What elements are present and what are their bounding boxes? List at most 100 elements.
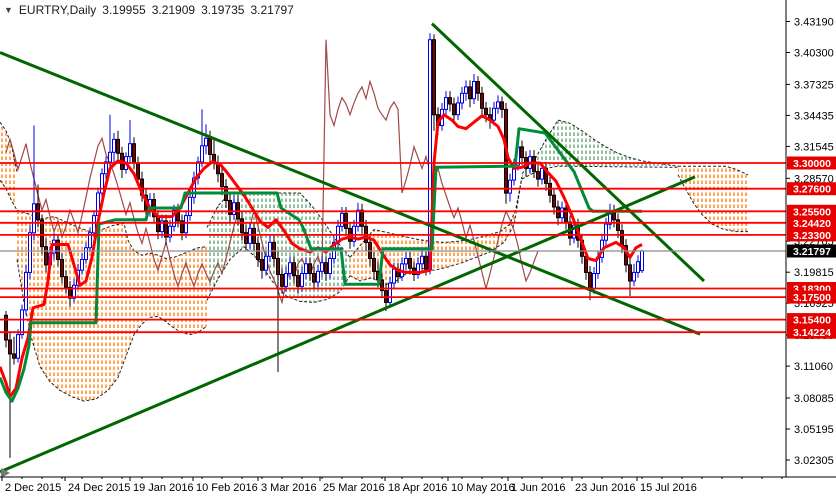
candle-body (108, 151, 112, 163)
candle-body (500, 101, 504, 110)
candle-body (132, 143, 136, 164)
price-chart-canvas[interactable]: 3.431903.403003.373253.344353.315453.285… (0, 0, 836, 496)
level-price-badge-text: 3.27600 (793, 184, 831, 196)
candle-body (340, 212, 344, 227)
candle-body (592, 273, 596, 289)
candle-body (604, 223, 608, 241)
candle-body (408, 258, 412, 269)
level-price-badge-text: 3.24420 (793, 218, 831, 230)
price-tick-label: 3.05195 (794, 424, 834, 436)
candle-body (404, 258, 408, 265)
level-price-badge-text: 3.17500 (793, 292, 831, 304)
chart-title: ▼ EURTRY,Daily 3.19955 3.21909 3.19735 3… (4, 3, 294, 17)
mt4-chart-window: 3.43190 3.40300 3.37325 3.34435 3.31545 3.285… (0, 0, 836, 496)
candle-body (320, 262, 324, 272)
date-label: 23 Jun 2016 (575, 482, 636, 494)
candle-body (112, 138, 116, 153)
candle-body (232, 202, 236, 215)
date-label: 24 Dec 2015 (68, 482, 130, 494)
candle-body (20, 309, 24, 336)
candle-body (452, 103, 456, 116)
symbol-period-label: EURTRY,Daily (18, 3, 97, 17)
level-price-badge: 3.15400 (787, 313, 836, 327)
candle-body (388, 282, 392, 303)
level-price-badge-text: 3.14224 (793, 327, 831, 339)
level-price-badge: 3.24420 (787, 216, 836, 230)
level-price-badge: 3.14224 (787, 325, 836, 339)
candle-body (520, 146, 524, 159)
date-label: 2 Dec 2015 (5, 482, 61, 494)
candle-body (536, 171, 540, 180)
candle-body (420, 255, 424, 265)
candle-body (156, 216, 160, 233)
candle-body (540, 167, 544, 180)
candle-body (300, 273, 304, 287)
candle-body (44, 246, 48, 266)
candle-body (372, 258, 376, 272)
date-label: 10 May 2016 (451, 482, 515, 494)
candle-body (324, 262, 328, 274)
date-label: 1 Jun 2016 (511, 482, 565, 494)
candle-body (496, 101, 500, 109)
candle-body (280, 274, 284, 287)
candle-body (116, 138, 120, 154)
candle-body (432, 39, 436, 116)
chevron-down-icon[interactable]: ▼ (4, 5, 13, 15)
candle-body (480, 92, 484, 109)
ohlc-low: 3.19735 (201, 3, 245, 17)
level-price-badge-text: 3.23300 (793, 230, 831, 242)
candle-body (200, 145, 204, 163)
level-price-badge: 3.25500 (787, 204, 836, 218)
price-tick-label: 3.34435 (794, 110, 834, 122)
candle-body (472, 81, 476, 100)
candle-body (304, 263, 308, 274)
candle-body (620, 230, 624, 247)
candle-body (64, 276, 68, 288)
candle-body (508, 179, 512, 194)
candle-body (32, 203, 36, 234)
date-label: 25 Mar 2016 (323, 482, 385, 494)
candle-body (344, 212, 348, 229)
price-tick-label: 3.31545 (794, 141, 834, 153)
level-price-badge-text: 3.15400 (793, 315, 831, 327)
price-tick-label: 3.40300 (794, 48, 834, 60)
candle-body (628, 264, 632, 282)
candle-body (616, 219, 620, 232)
level-price-badge: 3.27600 (787, 182, 836, 196)
price-tick-label: 3.37325 (794, 79, 834, 91)
date-label: 15 Jul 2016 (640, 482, 697, 494)
candle-body (80, 259, 84, 271)
candle-body (208, 137, 212, 155)
candle-body (228, 200, 232, 215)
candle-body (28, 232, 32, 273)
level-price-badge: 3.17500 (787, 290, 836, 304)
candle-body (448, 97, 452, 105)
candle-body (312, 273, 316, 283)
candle-body (456, 102, 460, 116)
candle-body (260, 259, 264, 271)
candle-body (556, 206, 560, 219)
candle-body (248, 227, 252, 244)
candle-body (296, 275, 300, 287)
candle-body (636, 261, 640, 273)
candle-body (40, 219, 44, 248)
candle-body (136, 162, 140, 180)
candle-body (632, 271, 636, 282)
ohlc-open: 3.19955 (102, 3, 146, 17)
candle-body (92, 215, 96, 234)
candle-body (360, 209, 364, 227)
candle-body (60, 259, 64, 278)
candle-body (640, 250, 644, 272)
candle-body (100, 173, 104, 194)
candle-body (328, 258, 332, 274)
current-price-badge-text: 3.21797 (793, 246, 831, 258)
candle-body (220, 173, 224, 188)
candle-body (12, 353, 16, 359)
level-price-badge: 3.30000 (787, 156, 836, 170)
candle-body (84, 247, 88, 260)
candle-body (268, 241, 272, 257)
date-label: 18 Apr 2016 (388, 482, 447, 494)
candle-body (204, 137, 208, 147)
candle-body (460, 92, 464, 104)
date-label: 19 Jan 2016 (133, 482, 194, 494)
